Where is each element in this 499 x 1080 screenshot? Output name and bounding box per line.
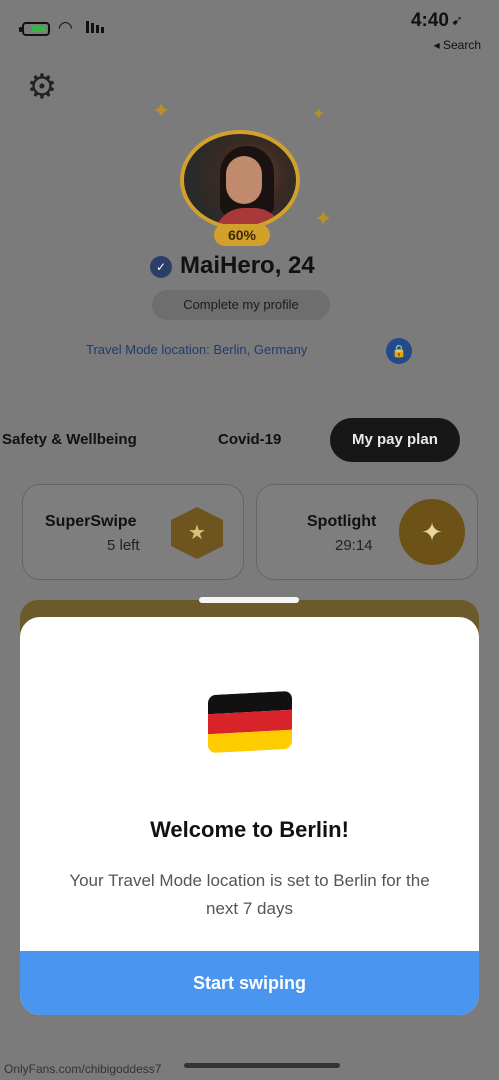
superswipe-card[interactable]: ★ SuperSwipe 5 left (22, 484, 244, 580)
tab-covid-19[interactable]: Covid-19 (218, 418, 281, 462)
spotlight-timer: 29:14 (335, 537, 373, 554)
signal-icon (86, 21, 104, 33)
sheet-heading: Welcome to Berlin! (150, 817, 349, 842)
gear-icon[interactable]: ⚙ (25, 70, 59, 104)
status-bar: ◠ ➹ 4:40 ◂ Search (0, 0, 499, 60)
sheet-body: Your Travel Mode location is set to Berl… (69, 871, 430, 918)
battery-icon (19, 22, 50, 36)
spotlight-card[interactable]: ✦ Spotlight 29:14 (256, 484, 478, 580)
superswipe-icon: ★ (171, 507, 223, 559)
completion-badge: 60% (214, 224, 270, 246)
home-indicator[interactable] (184, 1063, 340, 1068)
start-swiping-button[interactable]: Start swiping (20, 951, 479, 1015)
sparkle-icon: ✦ (152, 98, 171, 123)
tab-my-pay-plan[interactable]: My pay plan (330, 418, 460, 462)
sparkle-icon: ✦ (314, 206, 333, 231)
status-time: 4:40 (410, 10, 449, 31)
wifi-icon: ◠ (58, 18, 73, 37)
location-arrow-icon: ➹ (451, 12, 463, 28)
travel-mode-label[interactable]: Travel Mode location: Berlin, Germany (86, 342, 307, 357)
sheet-drag-handle[interactable] (199, 597, 299, 603)
avatar[interactable] (180, 130, 300, 230)
complete-profile-button[interactable]: Complete my profile (152, 290, 330, 320)
tab-safety-wellbeing[interactable]: Safety & Wellbeing (2, 418, 137, 462)
profile-name: MaiHero, 24 (180, 252, 315, 279)
spotlight-title: Spotlight (307, 513, 377, 530)
watermark: OnlyFans.com/chibigoddess7 (4, 1062, 162, 1076)
spotlight-icon: ✦ (399, 499, 465, 565)
lock-icon: 🔒 (386, 338, 412, 364)
sparkle-icon: ✦ (312, 106, 326, 123)
germany-flag-icon (208, 690, 292, 754)
welcome-sheet: Welcome to Berlin! Your Travel Mode loca… (20, 617, 479, 1015)
superswipe-count: 5 left (107, 537, 140, 554)
superswipe-title: SuperSwipe (45, 513, 137, 530)
verified-shield-icon: ✓ (150, 256, 172, 278)
back-to-search-link[interactable]: ◂ Search (434, 38, 481, 52)
